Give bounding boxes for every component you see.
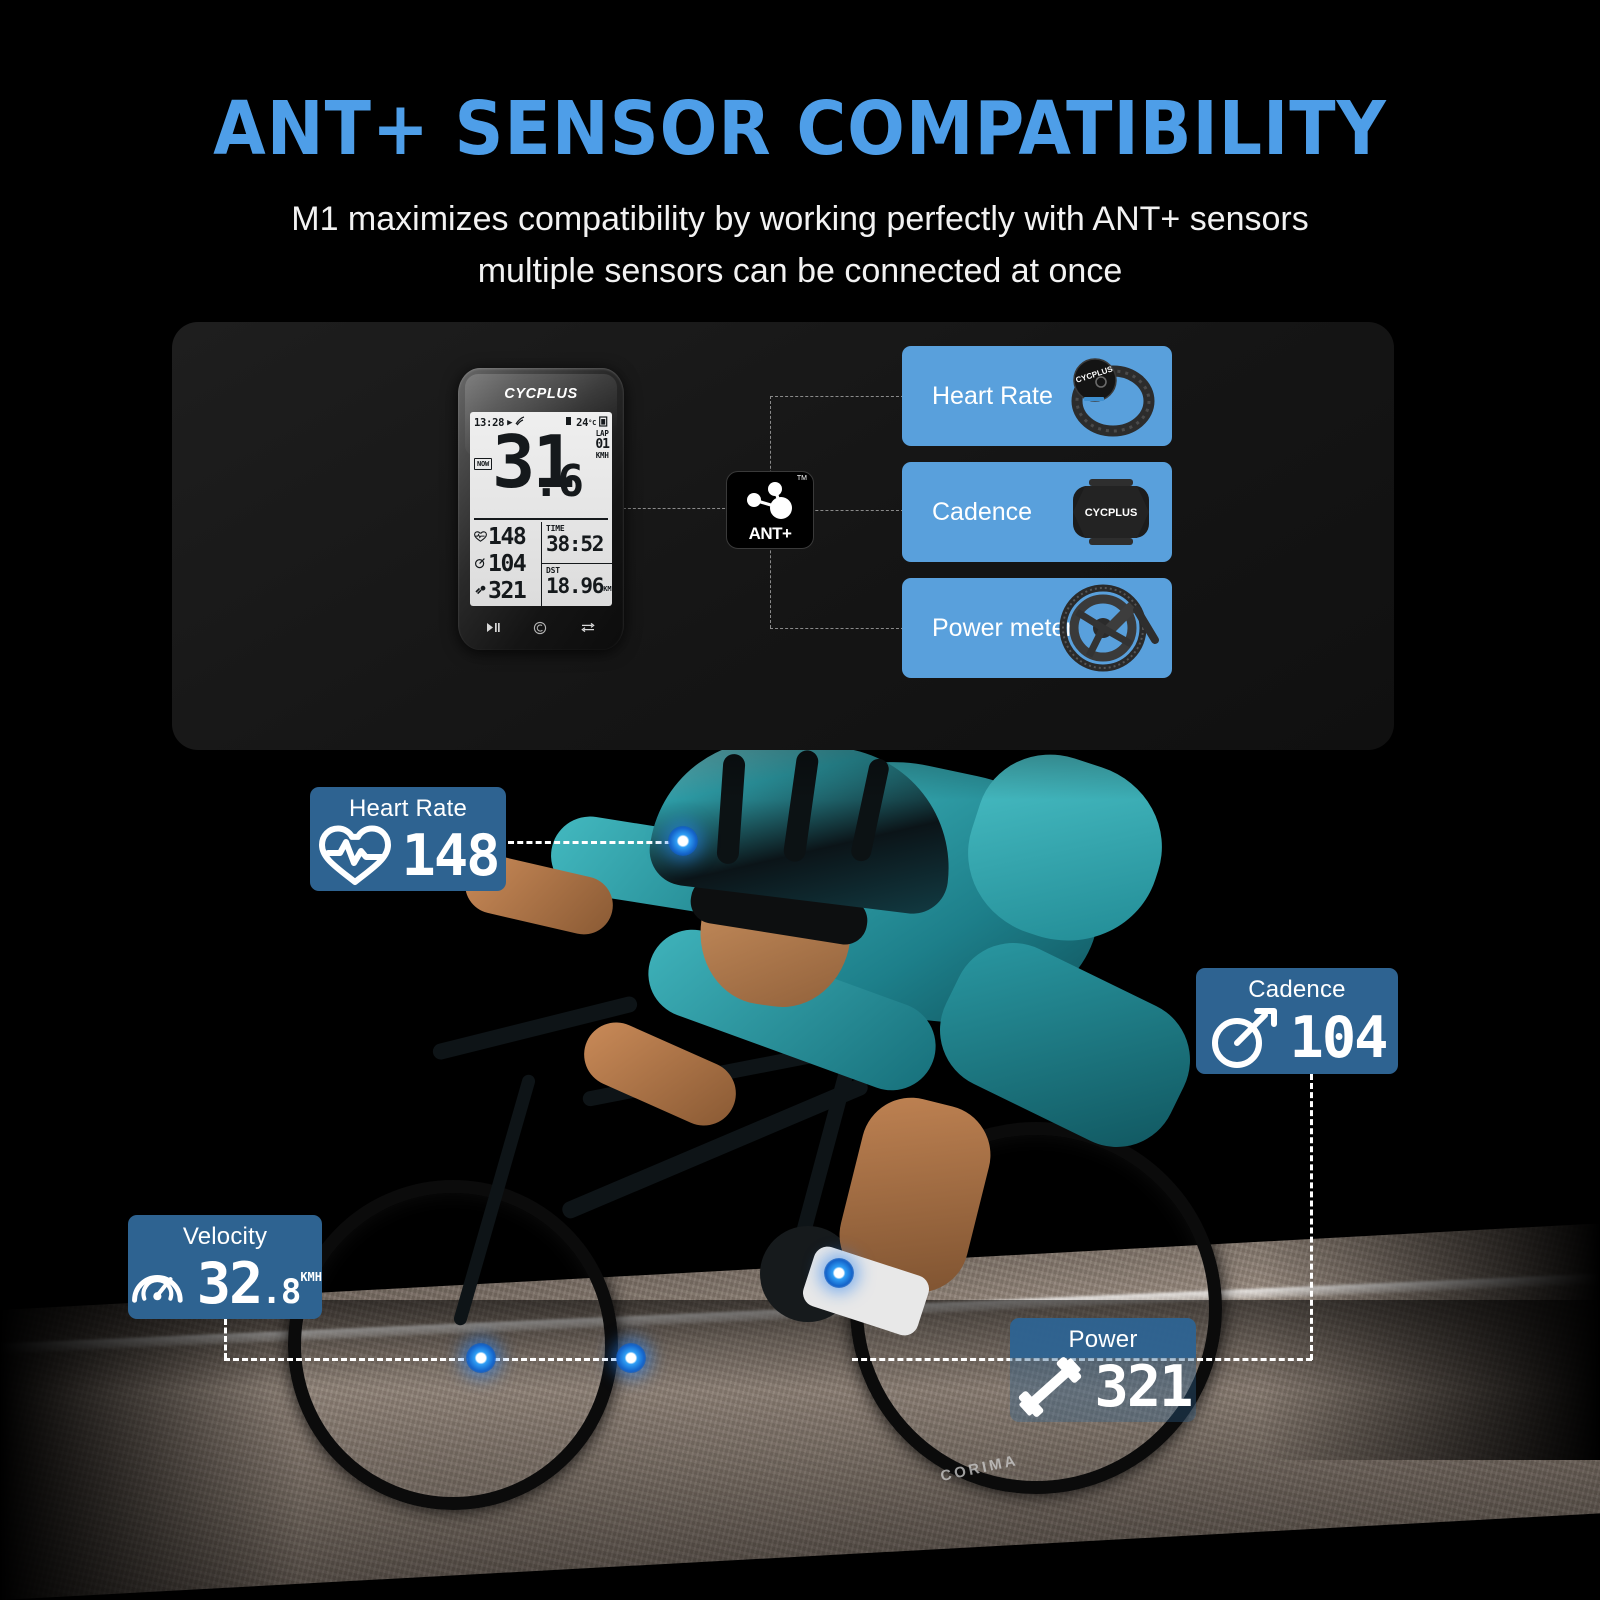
- device-lcd-screen: 13:28 ▶ 24 °C NOW 31 .6 LAP 01 KMH 148 1…: [470, 412, 612, 606]
- badge-value: 148: [401, 822, 501, 889]
- sensor-card-label: Cadence: [932, 497, 1033, 526]
- lcd-now-badge: NOW: [474, 458, 493, 470]
- power-meter-crankset-image: [1051, 578, 1166, 678]
- connector-ant-to-power: [770, 628, 904, 629]
- hotspot-cadence: [824, 1258, 854, 1288]
- overlay-line-velocity-vertical: [224, 1319, 227, 1359]
- sensor-card-heart-rate[interactable]: Heart Rate CYCPLUS: [902, 346, 1172, 446]
- metric-badge-cadence[interactable]: Cadence 104: [1196, 968, 1398, 1074]
- badge-value: 321: [1094, 1353, 1194, 1420]
- crank-arm-icon: [1211, 1008, 1277, 1068]
- subtitle-line-1: M1 maximizes compatibility by working pe…: [291, 200, 1309, 238]
- hotspot-heart-rate: [668, 826, 698, 856]
- gps-bike-computer[interactable]: CYCPLUS 13:28 ▶ 24 °C NOW 31 .6 LAP 01 K…: [458, 368, 624, 650]
- badge-value: 32.8KMH: [196, 1250, 322, 1317]
- badge-caption: Power: [1068, 1326, 1138, 1353]
- lcd-metric-column: 148 104 321: [470, 522, 541, 606]
- lcd-divider: [474, 518, 608, 520]
- device-button-row[interactable]: [470, 618, 612, 640]
- lcd-cell-distance: DST 18.96KM: [542, 563, 612, 604]
- page-title: ANT+ SENSOR COMPATIBILITY: [213, 86, 1387, 172]
- page-subtitle: M1 maximizes compatibility by working pe…: [0, 194, 1600, 297]
- lap-circle-icon[interactable]: [533, 621, 547, 638]
- cadence-sensor-image: CYCPLUS: [1051, 462, 1166, 562]
- lcd-cadence-value: 104: [488, 551, 527, 577]
- battery-icon: [599, 415, 608, 430]
- hotspot-velocity-crank: [616, 1343, 646, 1373]
- badge-unit: KMH: [300, 1269, 322, 1284]
- svg-text:CYCPLUS: CYCPLUS: [1085, 507, 1138, 519]
- overlay-line-heart-rate: [508, 841, 680, 844]
- connector-device-to-ant: [618, 508, 730, 509]
- lcd-temperature: 24: [576, 416, 589, 429]
- lcd-speed-area: NOW 31 .6 LAP 01 KMH: [470, 426, 612, 516]
- heart-pulse-icon: [318, 825, 391, 885]
- dumbbell-icon: [1018, 1357, 1081, 1417]
- lcd-metric-power: 321: [473, 578, 541, 605]
- page-loop-icon[interactable]: [580, 622, 596, 636]
- badge-caption: Cadence: [1248, 976, 1346, 1003]
- lcd-metric-heart-rate: 148: [473, 524, 541, 551]
- hotspot-velocity-front: [466, 1343, 496, 1373]
- connector-ant-to-heart-rate: [770, 396, 904, 397]
- lcd-speed-decimal: .6: [533, 456, 584, 507]
- lcd-heart-rate-value: 148: [488, 524, 527, 550]
- power-icon: [473, 585, 488, 599]
- heart-icon: [473, 530, 488, 545]
- sensor-card-cadence[interactable]: Cadence CYCPLUS: [902, 462, 1172, 562]
- badge-caption: Heart Rate: [348, 795, 468, 822]
- badge-value: 104: [1289, 1004, 1389, 1071]
- device-brand-label: CYCPLUS: [504, 386, 578, 402]
- lcd-time-value: 38:52: [546, 532, 604, 556]
- lcd-cell-time: TIME 38:52: [542, 522, 612, 563]
- metric-badge-velocity[interactable]: Velocity 32.8KMH: [128, 1215, 322, 1319]
- lcd-lower-grid: 148 104 321 TIME 38:52 DST 18.96KM: [470, 522, 612, 606]
- badge-value-decimal: .8: [261, 1271, 301, 1312]
- badge-caption: Velocity: [182, 1223, 268, 1250]
- lcd-lap-block: LAP 01 KMH: [595, 430, 610, 460]
- lcd-lap-value: 01: [595, 436, 610, 452]
- ant-plus-logo: TM ANT+: [726, 471, 814, 549]
- play-pause-icon[interactable]: [486, 622, 501, 636]
- front-wheel: [288, 1180, 618, 1510]
- lcd-cell-column: TIME 38:52 DST 18.96KM: [541, 522, 612, 606]
- lcd-dst-value: 18.96: [546, 574, 604, 598]
- heart-rate-armband-image: CYCPLUS: [1051, 346, 1166, 446]
- lcd-metric-cadence: 104: [473, 551, 541, 578]
- overlay-line-velocity-horizontal: [224, 1358, 644, 1361]
- header: ANT+ SENSOR COMPATIBILITY M1 maximizes c…: [0, 0, 1600, 297]
- sensor-card-label: Heart Rate: [932, 381, 1053, 410]
- ant-plus-label: ANT+: [748, 524, 792, 543]
- speedometer-icon: [132, 1275, 183, 1303]
- ant-plus-molecule-icon: [747, 482, 792, 519]
- lcd-temperature-unit: °C: [588, 418, 596, 427]
- sensor-card-power-meter[interactable]: Power meter: [902, 578, 1172, 678]
- metric-badge-heart-rate[interactable]: Heart Rate 148: [310, 787, 506, 891]
- overlay-line-cadence-vertical: [1310, 1074, 1313, 1360]
- lcd-power-value: 321: [488, 578, 527, 604]
- lcd-speed-unit: KMH: [595, 450, 609, 460]
- lcd-dst-unit: KM: [603, 585, 612, 593]
- cadence-icon: [473, 557, 488, 572]
- metric-badge-power[interactable]: Power 321: [1010, 1318, 1196, 1422]
- subtitle-line-2: multiple sensors can be connected at onc…: [477, 251, 1123, 290]
